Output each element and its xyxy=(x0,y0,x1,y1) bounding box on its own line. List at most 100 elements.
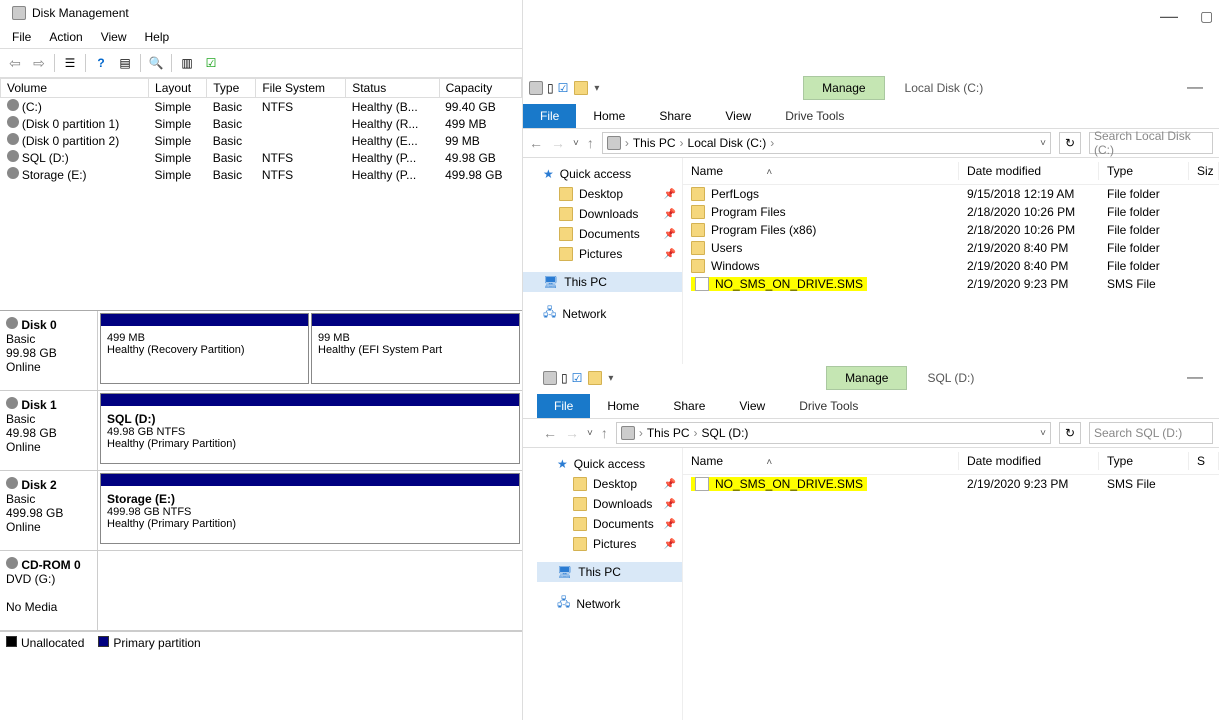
col-date[interactable]: Date modified xyxy=(959,452,1099,470)
crumb-location[interactable]: SQL (D:) xyxy=(702,426,749,440)
menu-action[interactable]: Action xyxy=(41,28,90,46)
explorer-window-d: ▯ ☑ ▾ Manage SQL (D:) — File Home Share … xyxy=(523,364,1219,720)
volume-list[interactable]: VolumeLayoutTypeFile SystemStatusCapacit… xyxy=(0,78,522,310)
nav-item[interactable]: Desktop📌 xyxy=(537,474,682,494)
breadcrumb[interactable]: › This PC › Local Disk (C:) › ˅ xyxy=(602,132,1051,154)
tab-home[interactable]: Home xyxy=(590,394,656,418)
nav-network[interactable]: 🖧 Network xyxy=(523,300,682,327)
tab-drive-tools[interactable]: Drive Tools xyxy=(782,394,875,418)
nav-item[interactable]: Documents📌 xyxy=(537,514,682,534)
nav-network[interactable]: 🖧 Network xyxy=(537,590,682,617)
col-header[interactable]: File System xyxy=(256,79,346,98)
volume-row[interactable]: SQL (D:)SimpleBasicNTFSHealthy (P...49.9… xyxy=(1,149,522,166)
nav-item[interactable]: Documents📌 xyxy=(523,224,682,244)
forward-button[interactable]: ⇨ xyxy=(28,52,50,74)
refresh-button[interactable]: ↻ xyxy=(1059,422,1081,444)
nav-item[interactable]: Desktop📌 xyxy=(523,184,682,204)
tab-view[interactable]: View xyxy=(708,104,768,128)
dropdown-icon[interactable]: ˅ xyxy=(1040,428,1046,439)
nav-pane[interactable]: ★ Quick accessDesktop📌Downloads📌Document… xyxy=(523,448,683,720)
col-name[interactable]: Name ˄ xyxy=(683,452,959,470)
history-dropdown[interactable]: ˅ xyxy=(587,428,593,439)
col-size[interactable]: S xyxy=(1189,452,1219,470)
toolbar-button[interactable]: ☑ xyxy=(200,52,222,74)
history-dropdown[interactable]: ˅ xyxy=(573,138,579,149)
toolbar-button[interactable]: ☰ xyxy=(59,52,81,74)
breadcrumb[interactable]: › This PC › SQL (D:) ˅ xyxy=(616,422,1051,444)
toolbar-button[interactable]: 🔍 xyxy=(145,52,167,74)
file-list[interactable]: Name ˄Date modifiedTypeS NO_SMS_ON_DRIVE… xyxy=(683,448,1219,720)
col-name[interactable]: Name ˄ xyxy=(683,162,959,180)
minimize-icon[interactable]: — xyxy=(1187,369,1203,387)
volume-row[interactable]: Storage (E:)SimpleBasicNTFSHealthy (P...… xyxy=(1,166,522,183)
col-size[interactable]: Siz xyxy=(1189,162,1219,180)
toolbar-button[interactable]: ▥ xyxy=(176,52,198,74)
file-row[interactable]: NO_SMS_ON_DRIVE.SMS2/19/2020 9:23 PMSMS … xyxy=(683,475,1219,493)
crumb-location[interactable]: Local Disk (C:) xyxy=(688,136,767,150)
partition[interactable]: Storage (E:)499.98 GB NTFSHealthy (Prima… xyxy=(100,473,520,544)
manage-tab[interactable]: Manage xyxy=(803,76,884,100)
minimize-icon[interactable]: — xyxy=(1160,6,1189,27)
up-button[interactable]: ↑ xyxy=(587,135,594,151)
nav-this-pc[interactable]: 🖥 This PC xyxy=(523,272,682,292)
col-type[interactable]: Type xyxy=(1099,162,1189,180)
search-input[interactable]: Search SQL (D:) xyxy=(1089,422,1213,444)
col-date[interactable]: Date modified xyxy=(959,162,1099,180)
nav-item[interactable]: Pictures📌 xyxy=(537,534,682,554)
tab-drive-tools[interactable]: Drive Tools xyxy=(768,104,861,128)
partition[interactable]: SQL (D:)49.98 GB NTFSHealthy (Primary Pa… xyxy=(100,393,520,464)
volume-row[interactable]: (C:)SimpleBasicNTFSHealthy (B...99.40 GB xyxy=(1,98,522,116)
nav-quick-access[interactable]: ★ Quick access xyxy=(523,164,682,184)
nav-this-pc[interactable]: 🖥 This PC xyxy=(537,562,682,582)
up-button[interactable]: ↑ xyxy=(601,425,608,441)
toolbar-button[interactable]: ▤ xyxy=(114,52,136,74)
refresh-button[interactable]: ↻ xyxy=(1059,132,1081,154)
menu-help[interactable]: Help xyxy=(137,28,178,46)
tab-share[interactable]: Share xyxy=(642,104,708,128)
forward-button[interactable]: → xyxy=(565,425,579,441)
tab-file[interactable]: File xyxy=(523,104,576,128)
crumb-this-pc[interactable]: This PC xyxy=(633,136,676,150)
file-row[interactable]: NO_SMS_ON_DRIVE.SMS2/19/2020 9:23 PMSMS … xyxy=(683,275,1219,293)
forward-button[interactable]: → xyxy=(551,135,565,151)
nav-pane[interactable]: ★ Quick accessDesktop📌Downloads📌Document… xyxy=(523,158,683,364)
menubar[interactable]: File Action View Help xyxy=(0,26,522,48)
back-button[interactable]: ⇦ xyxy=(4,52,26,74)
col-header[interactable]: Capacity xyxy=(439,79,521,98)
menu-file[interactable]: File xyxy=(4,28,39,46)
file-row[interactable]: Windows2/19/2020 8:40 PMFile folder xyxy=(683,257,1219,275)
partition[interactable]: 99 MBHealthy (EFI System Part xyxy=(311,313,520,384)
manage-tab[interactable]: Manage xyxy=(826,366,907,390)
folder-icon xyxy=(559,207,573,221)
col-header[interactable]: Status xyxy=(346,79,439,98)
file-row[interactable]: Program Files (x86)2/18/2020 10:26 PMFil… xyxy=(683,221,1219,239)
search-input[interactable]: Search Local Disk (C:) xyxy=(1089,132,1213,154)
nav-item[interactable]: Downloads📌 xyxy=(523,204,682,224)
nav-quick-access[interactable]: ★ Quick access xyxy=(537,454,682,474)
back-button[interactable]: ← xyxy=(529,135,543,151)
menu-view[interactable]: View xyxy=(93,28,135,46)
maximize-icon[interactable]: ▢ xyxy=(1200,8,1213,25)
col-type[interactable]: Type xyxy=(1099,452,1189,470)
partition[interactable]: 499 MBHealthy (Recovery Partition) xyxy=(100,313,309,384)
col-header[interactable]: Layout xyxy=(149,79,207,98)
col-header[interactable]: Type xyxy=(207,79,256,98)
volume-row[interactable]: (Disk 0 partition 1)SimpleBasicHealthy (… xyxy=(1,115,522,132)
nav-item[interactable]: Pictures📌 xyxy=(523,244,682,264)
tab-file[interactable]: File xyxy=(537,394,590,418)
help-button[interactable]: ? xyxy=(90,52,112,74)
tab-share[interactable]: Share xyxy=(656,394,722,418)
file-row[interactable]: Users2/19/2020 8:40 PMFile folder xyxy=(683,239,1219,257)
back-button[interactable]: ← xyxy=(543,425,557,441)
file-row[interactable]: PerfLogs9/15/2018 12:19 AMFile folder xyxy=(683,185,1219,203)
tab-view[interactable]: View xyxy=(722,394,782,418)
minimize-icon[interactable]: — xyxy=(1187,79,1203,97)
crumb-this-pc[interactable]: This PC xyxy=(647,426,690,440)
file-list[interactable]: Name ˄Date modifiedTypeSiz PerfLogs9/15/… xyxy=(683,158,1219,364)
volume-row[interactable]: (Disk 0 partition 2)SimpleBasicHealthy (… xyxy=(1,132,522,149)
file-row[interactable]: Program Files2/18/2020 10:26 PMFile fold… xyxy=(683,203,1219,221)
dropdown-icon[interactable]: ˅ xyxy=(1040,138,1046,149)
tab-home[interactable]: Home xyxy=(576,104,642,128)
nav-item[interactable]: Downloads📌 xyxy=(537,494,682,514)
col-header[interactable]: Volume xyxy=(1,79,149,98)
